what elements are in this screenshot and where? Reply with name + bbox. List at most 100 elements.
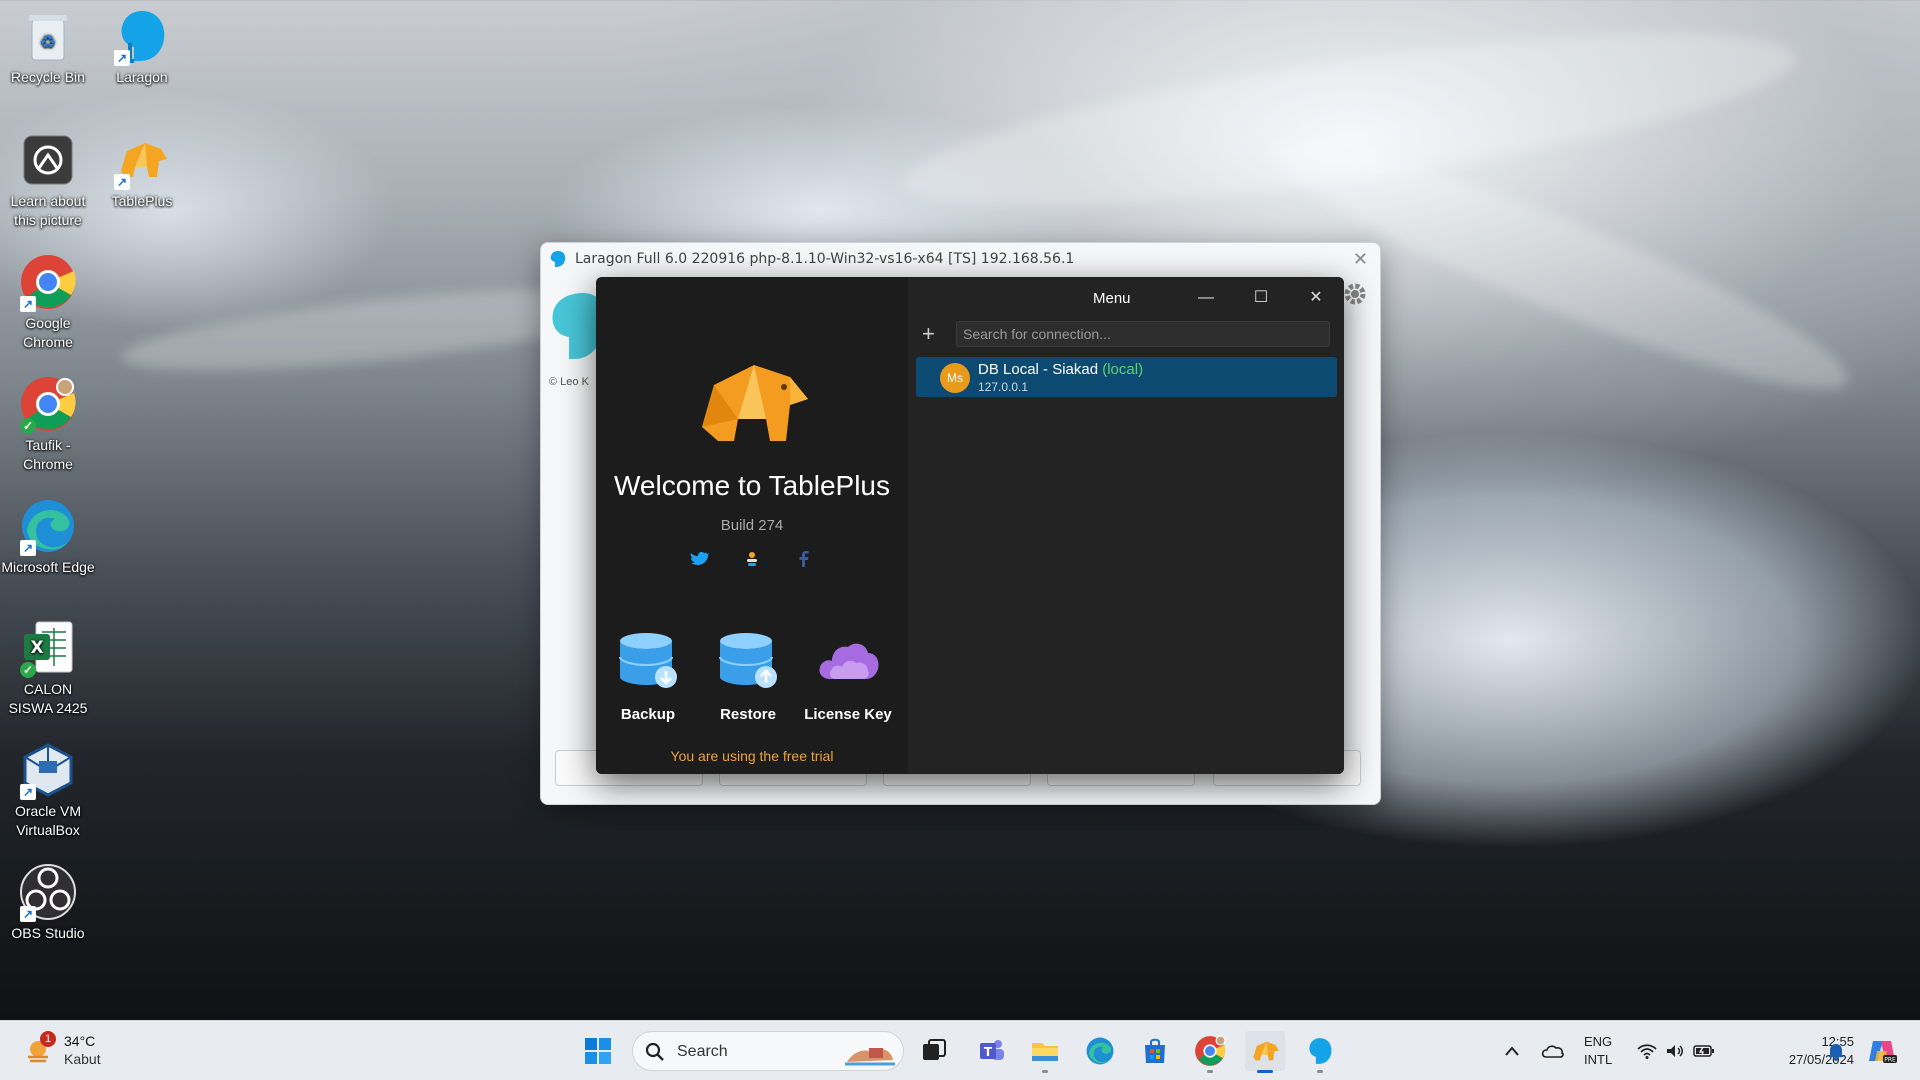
recycle-bin-icon: ♻ (18, 6, 78, 66)
shortcut-arrow-icon: ↗ (20, 296, 36, 312)
keyboard-layout: INTL (1584, 1052, 1613, 1067)
weather-alert-badge: 1 (40, 1031, 56, 1047)
desktop-icon-label: Oracle VM VirtualBox (14, 803, 82, 838)
search-highlight-icon (845, 1048, 895, 1066)
desktop-icon-microsoft-edge[interactable]: ↗ Microsoft Edge (0, 496, 96, 577)
learn-about-picture-icon (18, 130, 78, 190)
close-button[interactable]: ✕ (1301, 285, 1331, 311)
windows-logo-icon (585, 1038, 611, 1064)
connection-item[interactable]: Ms DB Local - Siakad (local) 127.0.0.1 (916, 357, 1337, 397)
desktop-icon-virtualbox[interactable]: ↗ Oracle VM VirtualBox (0, 740, 96, 840)
desktop-icon-label: Microsoft Edge (1, 559, 95, 575)
network-volume-battery-button[interactable] (1636, 1021, 1716, 1080)
wifi-icon (1637, 1044, 1657, 1059)
teams-button[interactable]: T (972, 1031, 1012, 1071)
backup-label: Backup (620, 706, 676, 723)
shortcut-arrow-icon: ↗ (114, 174, 130, 190)
desktop-icon-learn-about-picture[interactable]: Learn about this picture (0, 130, 96, 230)
task-view-icon (923, 1039, 946, 1060)
connection-name: DB Local - Siakad (978, 361, 1099, 378)
copilot-button[interactable]: PRE (1864, 1021, 1900, 1080)
excel-file-icon: X ✓ (18, 618, 78, 678)
edge-icon (1086, 1037, 1114, 1065)
connection-env-tag: (local) (1102, 361, 1144, 378)
weather-temperature: 34°C (64, 1033, 96, 1049)
menu-button[interactable]: Menu (1093, 290, 1131, 307)
battery-charging-icon (1693, 1045, 1714, 1057)
weather-condition: Kabut (64, 1051, 101, 1067)
twitter-icon[interactable] (690, 549, 710, 569)
sync-check-icon: ✓ (20, 662, 36, 678)
weather-widget[interactable]: 1 34°C Kabut (24, 1031, 144, 1071)
desktop-icon-label: Laragon (116, 69, 168, 85)
svg-text:PRE: PRE (1884, 1057, 1896, 1064)
file-explorer-button[interactable] (1025, 1031, 1065, 1073)
chrome-profile-icon: ✓ (18, 374, 78, 434)
input-language-indicator[interactable]: ENG INTL (1584, 1033, 1612, 1069)
facebook-icon[interactable] (794, 549, 814, 569)
desktop-icon-calon-siswa[interactable]: X ✓ CALON SISWA 2425 (0, 618, 96, 718)
desktop-icon-label: Google Chrome (23, 315, 73, 350)
chrome-icon (1195, 1035, 1226, 1066)
edge-taskbar-button[interactable] (1080, 1031, 1120, 1071)
taskbar-search-box[interactable]: Search (632, 1031, 904, 1071)
community-icon[interactable] (742, 549, 762, 569)
notifications-button[interactable] (1824, 1021, 1848, 1080)
chevron-up-icon (1505, 1046, 1519, 1056)
folder-icon (1032, 1043, 1058, 1061)
bell-icon (1828, 1044, 1844, 1061)
laragon-copyright: © Leo K (549, 376, 589, 388)
laragon-close-button[interactable]: ✕ (1353, 249, 1368, 270)
show-hidden-icons-button[interactable] (1498, 1021, 1526, 1080)
task-view-button[interactable] (914, 1031, 954, 1071)
license-key-label: License Key (804, 706, 892, 723)
add-connection-button[interactable]: + (922, 321, 935, 347)
microsoft-store-button[interactable] (1135, 1031, 1175, 1071)
desktop-icon-google-chrome[interactable]: ↗ Google Chrome (0, 252, 96, 352)
search-label: Search (677, 1043, 728, 1060)
license-key-button[interactable]: License Key (800, 629, 896, 723)
tableplus-taskbar-button[interactable] (1245, 1031, 1285, 1073)
sync-check-icon: ✓ (20, 418, 36, 434)
laragon-icon: ↗ (112, 6, 172, 66)
tableplus-window[interactable]: Welcome to TablePlus Build 274 Backup Re… (596, 277, 1344, 774)
desktop-icon-label: Learn about this picture (10, 193, 86, 228)
maximize-button[interactable]: ☐ (1246, 285, 1276, 311)
chrome-taskbar-button[interactable] (1190, 1031, 1230, 1073)
edge-icon: ↗ (18, 496, 78, 556)
connection-host: 127.0.0.1 (978, 380, 1029, 394)
backup-button[interactable]: Backup (600, 629, 696, 723)
desktop-icon-label: Recycle Bin (11, 69, 85, 85)
desktop-icon-tableplus[interactable]: ↗ TablePlus (94, 130, 190, 211)
restore-button[interactable]: Restore (700, 629, 796, 723)
desktop-icon-laragon[interactable]: ↗ Laragon (94, 6, 190, 87)
restore-label: Restore (720, 706, 776, 723)
gear-icon[interactable] (1342, 281, 1368, 307)
shortcut-arrow-icon: ↗ (114, 50, 130, 66)
minimize-button[interactable]: — (1191, 285, 1221, 311)
connection-name-line: DB Local - Siakad (local) (978, 361, 1143, 378)
desktop-icon-label: OBS Studio (11, 925, 85, 941)
desktop-icon-recycle-bin[interactable]: ♻ Recycle Bin (0, 6, 96, 87)
laragon-titlebar[interactable]: Laragon Full 6.0 220916 php-8.1.10-Win32… (541, 243, 1380, 275)
chrome-icon: ↗ (18, 252, 78, 312)
svg-text:T: T (984, 1045, 993, 1059)
database-download-icon (619, 633, 677, 688)
start-button[interactable] (578, 1031, 618, 1071)
desktop-icon-label: TablePlus (111, 193, 173, 209)
virtualbox-icon: ↗ (18, 740, 78, 800)
copilot-icon: PRE (1869, 1041, 1897, 1064)
teams-icon: T (980, 1040, 1004, 1060)
shortcut-arrow-icon: ↗ (20, 784, 36, 800)
welcome-title: Welcome to TablePlus (614, 470, 890, 501)
laragon-taskbar-button[interactable] (1300, 1031, 1340, 1073)
cloud-icon (819, 643, 879, 679)
laragon-icon (550, 251, 566, 267)
connection-search-input[interactable] (956, 321, 1330, 347)
desktop-icon-taufik-chrome[interactable]: ✓ Taufik - Chrome (0, 374, 96, 474)
desktop-icon-obs-studio[interactable]: ↗ OBS Studio (0, 862, 96, 943)
store-icon (1145, 1038, 1165, 1063)
onedrive-button[interactable] (1536, 1021, 1570, 1080)
shortcut-arrow-icon: ↗ (20, 540, 36, 556)
cloud-icon (1541, 1045, 1564, 1058)
